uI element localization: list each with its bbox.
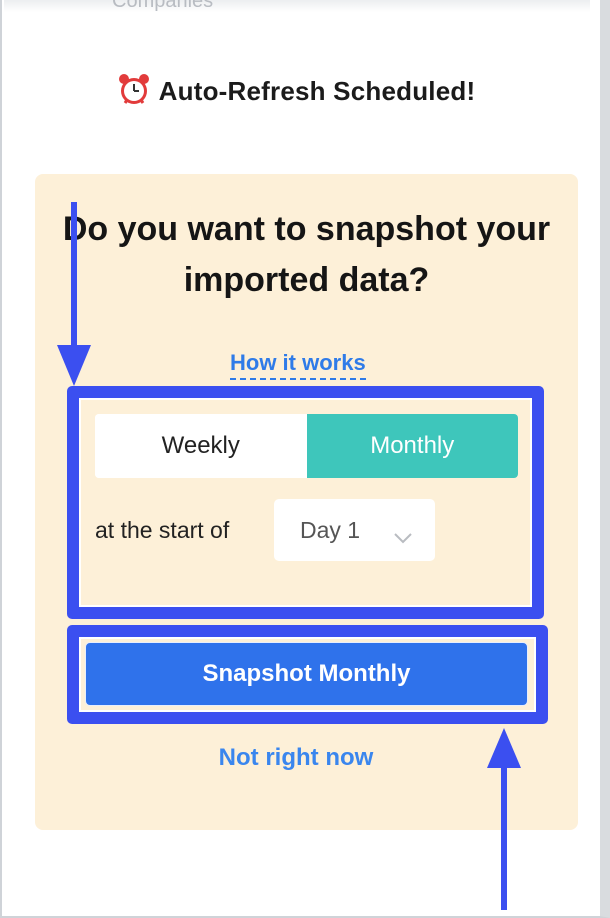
frequency-toggle: Weekly Monthly xyxy=(95,414,518,478)
snapshot-question: Do you want to snapshot your imported da… xyxy=(62,210,551,299)
top-shadow xyxy=(4,0,590,12)
modal-title-text: Auto-Refresh Scheduled! xyxy=(158,76,476,106)
snapshot-monthly-button[interactable]: Snapshot Monthly xyxy=(85,642,528,706)
annotation-arrow-up xyxy=(487,728,521,910)
day-select-value: Day 1 xyxy=(300,516,361,543)
how-it-works-link[interactable]: How it works xyxy=(230,350,366,380)
background-cut-off-text: Companies xyxy=(112,0,214,12)
monthly-option[interactable]: Monthly xyxy=(306,414,518,478)
start-of-label: at the start of xyxy=(95,517,230,543)
weekly-option[interactable]: Weekly xyxy=(95,414,307,478)
modal-title: Auto-Refresh Scheduled! xyxy=(2,72,590,113)
modal-panel: Companies Auto-Refresh Scheduled! Do you… xyxy=(0,0,610,918)
alarm-clock-icon xyxy=(117,72,151,113)
chevron-down-icon xyxy=(393,523,413,550)
day-select[interactable]: Day 1 xyxy=(274,499,435,561)
annotation-arrow-down xyxy=(57,202,91,386)
